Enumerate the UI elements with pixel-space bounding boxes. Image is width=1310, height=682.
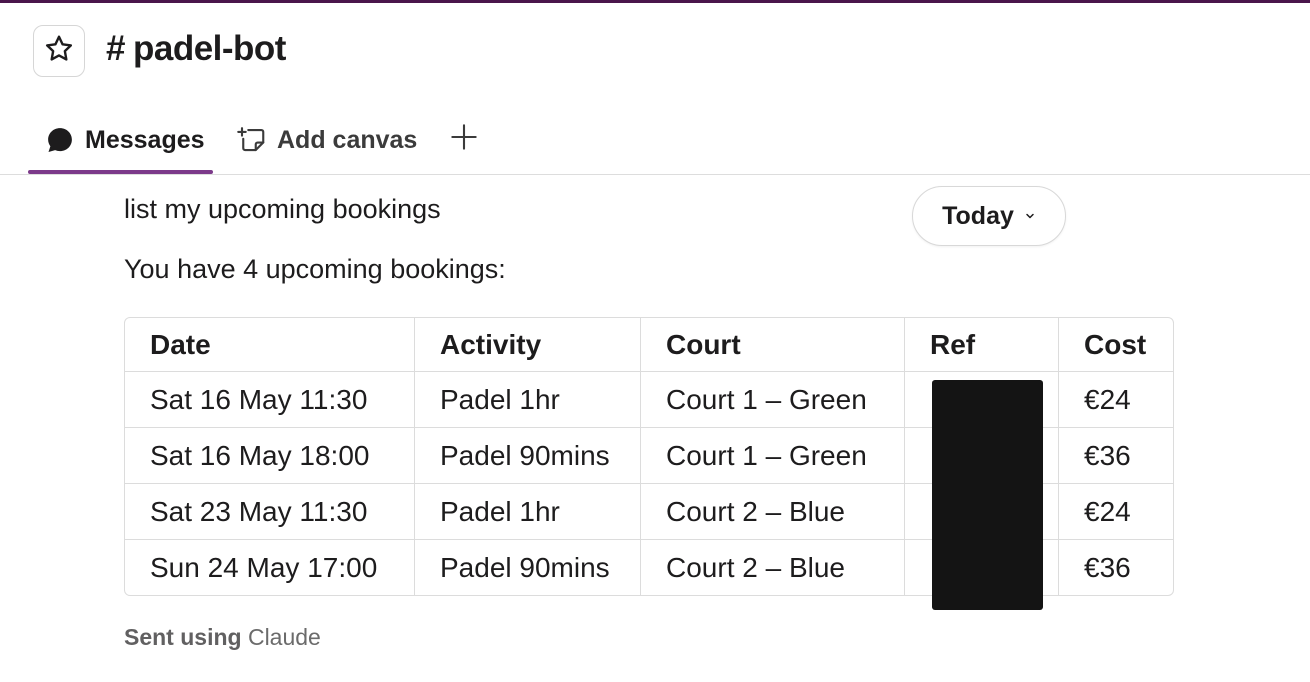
add-canvas-icon: [237, 125, 267, 155]
chevron-down-icon: [1024, 210, 1036, 222]
cell-court: Court 1 – Green: [641, 428, 905, 484]
date-divider-button[interactable]: Today: [912, 186, 1066, 246]
cell-court: Court 2 – Blue: [641, 484, 905, 540]
ref-redaction-block: [932, 380, 1043, 610]
bookings-table-container: Date Activity Court Ref Cost Sat 16 May …: [124, 317, 1174, 610]
channel-header: # padel-bot: [0, 3, 1310, 103]
cell-date: Sat 16 May 18:00: [125, 428, 415, 484]
header-court: Court: [641, 318, 905, 372]
tab-messages-label: Messages: [85, 125, 205, 154]
sent-using-note: Sent using Claude: [124, 624, 321, 651]
cell-activity: Padel 1hr: [415, 372, 641, 428]
cell-court: Court 2 – Blue: [641, 540, 905, 595]
channel-name: padel-bot: [132, 29, 286, 68]
star-channel-button[interactable]: [33, 25, 85, 77]
header-date: Date: [125, 318, 415, 372]
date-divider-label: Today: [942, 201, 1014, 230]
cell-date: Sat 16 May 11:30: [125, 372, 415, 428]
cell-cost: €24: [1059, 484, 1173, 540]
cell-activity: Padel 1hr: [415, 484, 641, 540]
cell-activity: Padel 90mins: [415, 540, 641, 595]
cell-cost: €36: [1084, 551, 1131, 583]
cell-cost: €24: [1059, 372, 1173, 428]
tab-add-canvas[interactable]: Add canvas: [237, 117, 417, 163]
message-bubble-icon: [45, 125, 75, 155]
user-message-text: list my upcoming bookings: [124, 194, 441, 224]
channel-tabs: Messages Add canvas: [0, 105, 1310, 175]
tab-messages[interactable]: Messages: [45, 117, 205, 163]
active-tab-indicator: [28, 170, 213, 174]
channel-hash-icon: #: [106, 29, 125, 68]
header-cost: Cost: [1059, 318, 1173, 372]
channel-title[interactable]: # padel-bot: [106, 29, 286, 69]
table-header-row: Date Activity Court Ref Cost: [125, 318, 1173, 372]
header-ref: Ref: [905, 318, 1059, 372]
cell-cost: €36: [1059, 428, 1173, 484]
sent-using-label: Sent using: [124, 624, 242, 650]
add-tab-button[interactable]: [450, 117, 478, 163]
header-activity: Activity: [415, 318, 641, 372]
cell-activity: Padel 90mins: [415, 428, 641, 484]
cell-court: Court 1 – Green: [641, 372, 905, 428]
message-list: list my upcoming bookings Today You have…: [0, 176, 1310, 682]
cell-date: Sun 24 May 17:00: [125, 540, 415, 595]
bot-message-text: You have 4 upcoming bookings:: [124, 254, 506, 284]
star-icon: [43, 33, 75, 70]
tab-add-canvas-label: Add canvas: [277, 125, 418, 154]
plus-icon: [450, 123, 478, 158]
cell-date: Sat 23 May 11:30: [125, 484, 415, 540]
sent-using-app[interactable]: Claude: [248, 624, 321, 650]
